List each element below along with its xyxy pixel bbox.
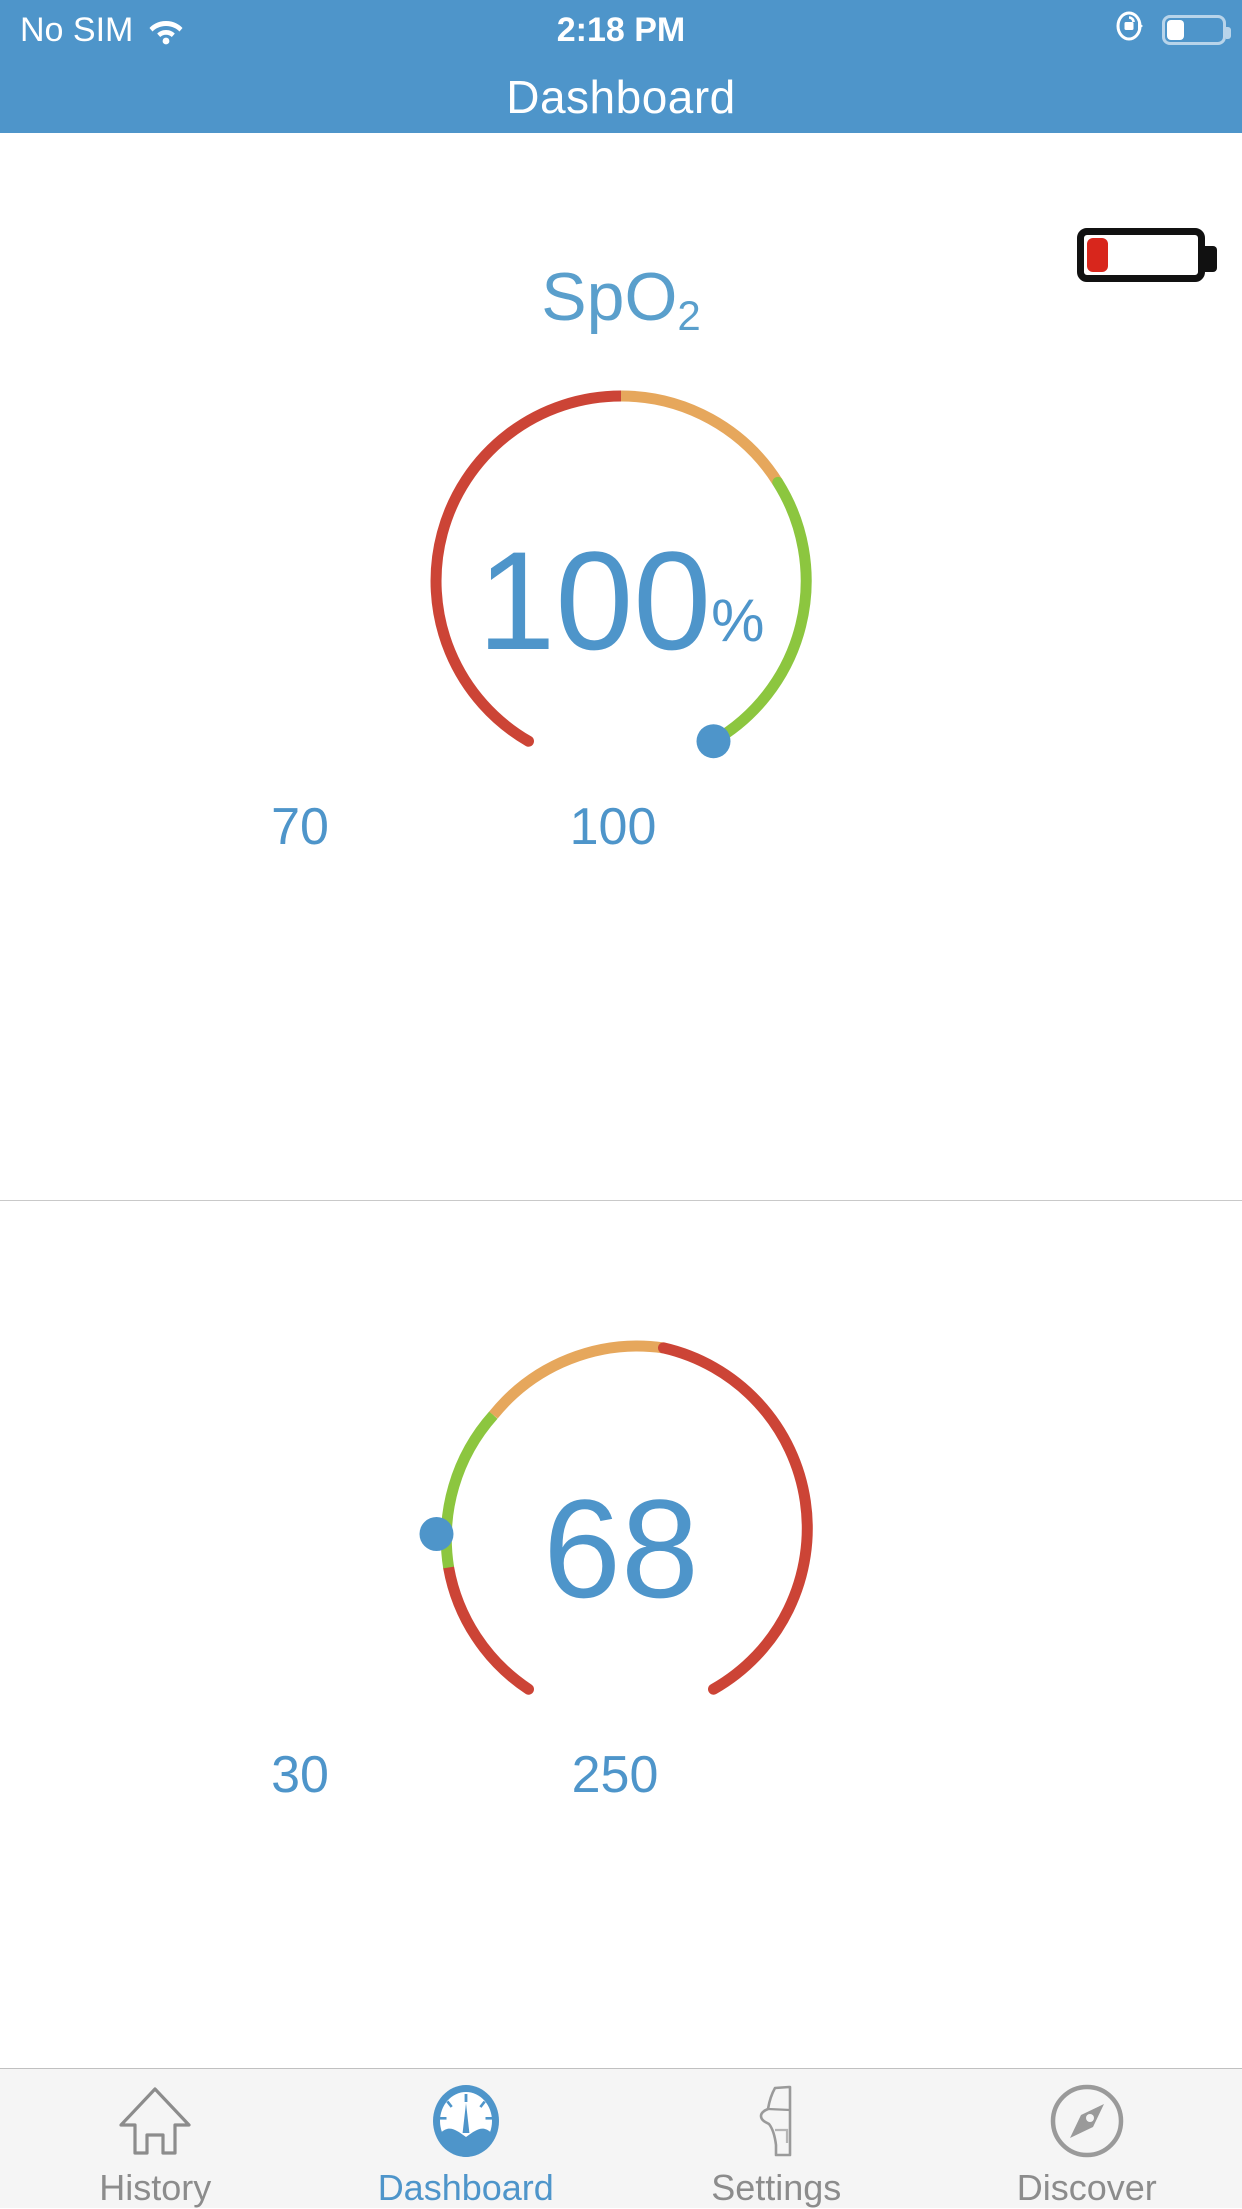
spo2-value-number: 100 [478, 522, 712, 679]
tab-bar: History Dashboard Sett [0, 2068, 1242, 2208]
battery-fill [1167, 20, 1184, 40]
tab-dashboard-label: Dashboard [378, 2167, 554, 2209]
pulse-gauge-arc-wrap: 68 30 250 [0, 1329, 1242, 1729]
spo2-value-unit: % [711, 587, 764, 654]
tab-discover[interactable]: Discover [932, 2069, 1242, 2208]
tab-history-label: History [99, 2167, 211, 2209]
spo2-gauge-value: 100% [0, 531, 1242, 671]
tab-settings[interactable]: Settings [621, 2069, 932, 2208]
tab-history[interactable]: History [0, 2069, 311, 2208]
tab-settings-label: Settings [711, 2167, 841, 2209]
main-content: SpO2 100% 70 100 [0, 133, 1242, 2068]
spo2-gauge-panel[interactable]: SpO2 100% 70 100 [0, 263, 1242, 1200]
rotation-lock-icon [1112, 8, 1148, 53]
navigation-bar: Dashboard [0, 60, 1242, 133]
sensor-icon [745, 2083, 807, 2159]
status-bar: No SIM 2:18 PM [0, 0, 1242, 60]
pulse-rate-gauge-value: 68 [0, 1479, 1242, 1619]
spo2-gauge-title: SpO2 [0, 263, 1242, 331]
spo2-gauge-arc-wrap: 100% 70 100 [0, 381, 1242, 781]
pulse-min-label: 30 [230, 1749, 370, 1801]
tab-discover-label: Discover [1017, 2167, 1157, 2209]
spo2-title-subscript: 2 [677, 292, 700, 339]
spo2-title-text: SpO [541, 259, 677, 335]
home-icon [115, 2083, 195, 2159]
pulse-value-number: 68 [543, 1470, 699, 1627]
battery-icon [1162, 15, 1226, 45]
spo2-gauge-indicator [697, 724, 731, 758]
spo2-min-label: 70 [230, 801, 370, 853]
pulse-rate-gauge-panel[interactable]: 68 30 250 [0, 1201, 1242, 2068]
tab-dashboard[interactable]: Dashboard [311, 2069, 622, 2208]
spo2-max-label: 100 [513, 801, 713, 853]
compass-icon [1048, 2083, 1126, 2159]
gauge-icon [428, 2083, 504, 2159]
status-bar-right [1112, 8, 1226, 53]
pulse-max-label: 250 [490, 1749, 740, 1801]
page-title: Dashboard [506, 70, 736, 124]
status-bar-time: 2:18 PM [0, 11, 1242, 50]
